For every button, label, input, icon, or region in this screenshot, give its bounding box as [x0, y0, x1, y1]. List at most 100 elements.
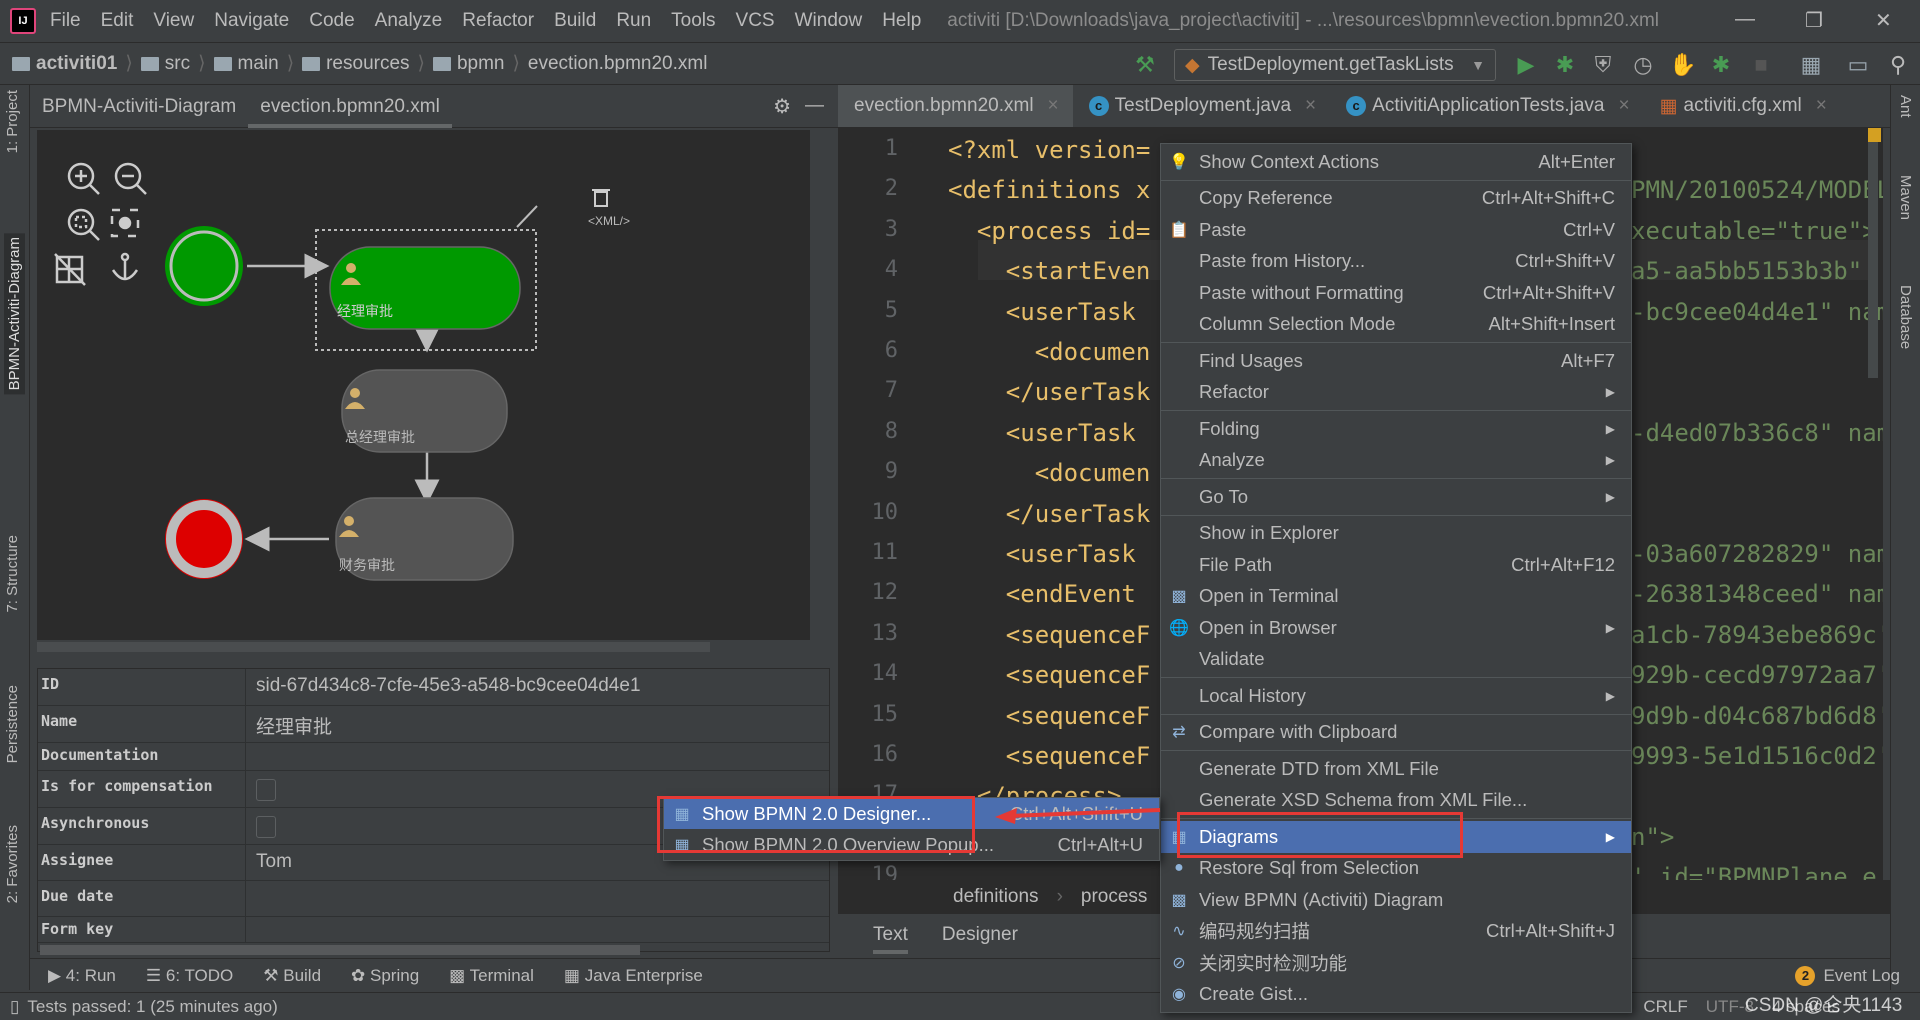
menu-item-open-in-terminal[interactable]: ▩ Open in Terminal: [1161, 581, 1631, 613]
terminal-window-icon[interactable]: ▭: [1845, 52, 1871, 78]
crumb-bpmn[interactable]: bpmn ⟩: [432, 52, 528, 75]
menu-item-paste-without-formatting[interactable]: Paste without Formatting Ctrl+Alt+Shift+V: [1161, 277, 1631, 309]
menu-window[interactable]: Window: [795, 10, 863, 32]
event-log-button[interactable]: 2 Event Log: [1795, 965, 1900, 986]
menu-item-file-path[interactable]: File Path Ctrl+Alt+F12: [1161, 549, 1631, 581]
menu-item-show-in-explorer[interactable]: Show in Explorer: [1161, 518, 1631, 550]
menu-file[interactable]: File: [50, 10, 81, 32]
compensation-checkbox[interactable]: [256, 779, 276, 801]
close-tab-icon[interactable]: ×: [1305, 95, 1316, 117]
menu-item-compare-with-clipboard[interactable]: ⇄ Compare with Clipboard: [1161, 717, 1631, 749]
menu-item-folding[interactable]: Folding ▶: [1161, 413, 1631, 445]
tab-database[interactable]: Database: [1897, 285, 1914, 349]
menu-item-go-to[interactable]: Go To ▶: [1161, 481, 1631, 513]
resize-arrow-icon[interactable]: [516, 205, 538, 228]
tab-maven[interactable]: Maven: [1897, 175, 1914, 220]
attach-icon[interactable]: ✋: [1669, 52, 1696, 78]
tab-evection-xml[interactable]: evection.bpmn20.xml ×: [838, 85, 1073, 127]
tab-ant[interactable]: Ant: [1897, 95, 1914, 118]
run-tool-button[interactable]: ▶ 4: Run: [48, 966, 116, 986]
menu-item-show-context-actions[interactable]: 💡 Show Context Actions Alt+Enter: [1161, 146, 1631, 178]
profile-icon[interactable]: ◷: [1630, 52, 1656, 78]
tab-text[interactable]: Text: [873, 916, 908, 954]
terminal-tool-button[interactable]: ▩ Terminal: [449, 966, 534, 986]
start-event[interactable]: [165, 226, 243, 306]
crumb-main[interactable]: main ⟩: [213, 52, 303, 75]
props-hscrollbar[interactable]: [40, 945, 640, 955]
minimize-button[interactable]: —: [1735, 8, 1755, 31]
asynchronous-checkbox[interactable]: [256, 816, 276, 838]
tab-favorites[interactable]: 2: Favorites: [4, 825, 21, 903]
menu-item-[interactable]: ⊘ 关闭实时检测功能: [1161, 947, 1631, 979]
menu-build[interactable]: Build: [554, 10, 596, 32]
menu-item-paste[interactable]: 📋 Paste Ctrl+V: [1161, 214, 1631, 246]
status-toggle-icon[interactable]: ▯: [10, 997, 19, 1017]
inspection-warning-icon[interactable]: [1868, 128, 1881, 142]
close-tab-icon[interactable]: ×: [1618, 95, 1629, 117]
editor-scrollbar[interactable]: [1868, 128, 1878, 378]
debug-stop-icon[interactable]: ✱: [1708, 52, 1734, 78]
task-1[interactable]: 经理审批: [329, 246, 521, 330]
search-icon[interactable]: ⚲: [1885, 52, 1911, 78]
java-enterprise-tool-button[interactable]: ▦ Java Enterprise: [564, 966, 703, 986]
menu-run[interactable]: Run: [616, 10, 651, 32]
crumb-definitions[interactable]: definitions: [953, 886, 1039, 908]
tab-project[interactable]: 1: Project: [4, 90, 21, 153]
menu-item-open-in-browser[interactable]: 🌐 Open in Browser ▶: [1161, 612, 1631, 644]
close-window-button[interactable]: ✕: [1875, 8, 1892, 33]
menu-item-find-usages[interactable]: Find Usages Alt+F7: [1161, 345, 1631, 377]
todo-tool-button[interactable]: ☰ 6: TODO: [146, 966, 233, 986]
menu-code[interactable]: Code: [309, 10, 354, 32]
menu-item-copy-reference[interactable]: Copy Reference Ctrl+Alt+Shift+C: [1161, 183, 1631, 215]
trash-icon[interactable]: [592, 189, 610, 207]
menu-help[interactable]: Help: [882, 10, 921, 32]
tab-testdeployment[interactable]: c TestDeployment.java ×: [1073, 85, 1330, 127]
menu-tools[interactable]: Tools: [671, 10, 715, 32]
crumb-resources[interactable]: resources ⟩: [302, 52, 433, 75]
task-2[interactable]: 总经理审批: [341, 369, 508, 453]
due-date-field[interactable]: [246, 881, 829, 916]
debug-icon[interactable]: ✱: [1552, 52, 1578, 78]
menu-item-local-history[interactable]: Local History ▶: [1161, 680, 1631, 712]
crumb-src[interactable]: src ⟩: [140, 52, 214, 75]
menu-vcs[interactable]: VCS: [736, 10, 775, 32]
spring-tool-button[interactable]: ✿ Spring: [351, 966, 419, 986]
restore-button[interactable]: ❐: [1805, 8, 1823, 33]
tab-bpmn-activiti-diagram[interactable]: BPMN-Activiti-Diagram: [30, 85, 248, 128]
close-tab-icon[interactable]: ×: [1816, 95, 1827, 117]
menu-item-refactor[interactable]: Refactor ▶: [1161, 377, 1631, 409]
close-tab-icon[interactable]: ×: [1048, 95, 1059, 117]
crumb-process[interactable]: process: [1081, 886, 1148, 908]
menu-analyze[interactable]: Analyze: [375, 10, 443, 32]
build-hammer-icon[interactable]: ⚒: [1132, 52, 1158, 78]
run-configuration-select[interactable]: ◆ TestDeployment.getTaskLists ▼: [1174, 49, 1496, 81]
xml-link[interactable]: <XML/>: [588, 214, 630, 228]
run-icon[interactable]: ▶: [1513, 52, 1539, 78]
coverage-icon[interactable]: ⛨: [1590, 52, 1616, 78]
tab-designer[interactable]: Designer: [942, 924, 1018, 946]
form-key-field[interactable]: [246, 917, 829, 942]
diagram-hscrollbar[interactable]: [37, 642, 710, 652]
task-3[interactable]: 财务审批: [335, 497, 514, 581]
menu-item-generate-dtd-from-xml-file[interactable]: Generate DTD from XML File: [1161, 753, 1631, 785]
line-separator[interactable]: CRLF: [1643, 997, 1687, 1017]
bpmn-diagram-canvas[interactable]: 经理审批 总经理审批 财务审批 <XML/>: [37, 130, 810, 652]
id-field[interactable]: sid-67d434c8-7cfe-45e3-a548-bc9cee04d4e1: [246, 669, 829, 705]
menu-item-column-selection-mode[interactable]: Column Selection Mode Alt+Shift+Insert: [1161, 309, 1631, 341]
tab-activiti-cfg[interactable]: ▦ activiti.cfg.xml ×: [1644, 85, 1841, 127]
project-structure-icon[interactable]: ▦: [1798, 52, 1824, 78]
menu-view[interactable]: View: [153, 10, 194, 32]
end-event[interactable]: [165, 499, 243, 579]
menu-item-create-gist[interactable]: ◉ Create Gist...: [1161, 979, 1631, 1011]
tab-evection-diagram[interactable]: evection.bpmn20.xml: [248, 85, 452, 128]
tab-persistence[interactable]: Persistence: [4, 685, 21, 763]
tab-structure[interactable]: 7: Structure: [4, 535, 21, 613]
menu-refactor[interactable]: Refactor: [462, 10, 534, 32]
menu-item-[interactable]: ∿ 编码规约扫描 Ctrl+Alt+Shift+J: [1161, 916, 1631, 948]
menu-navigate[interactable]: Navigate: [214, 10, 289, 32]
tab-activiti-app-tests[interactable]: c ActivitiApplicationTests.java ×: [1330, 85, 1643, 127]
name-field[interactable]: 经理审批: [246, 706, 829, 742]
tab-bpmn-diagram[interactable]: BPMN-Activiti-Diagram: [4, 233, 25, 395]
gear-icon[interactable]: ⚙: [773, 94, 791, 119]
menu-edit[interactable]: Edit: [101, 10, 134, 32]
